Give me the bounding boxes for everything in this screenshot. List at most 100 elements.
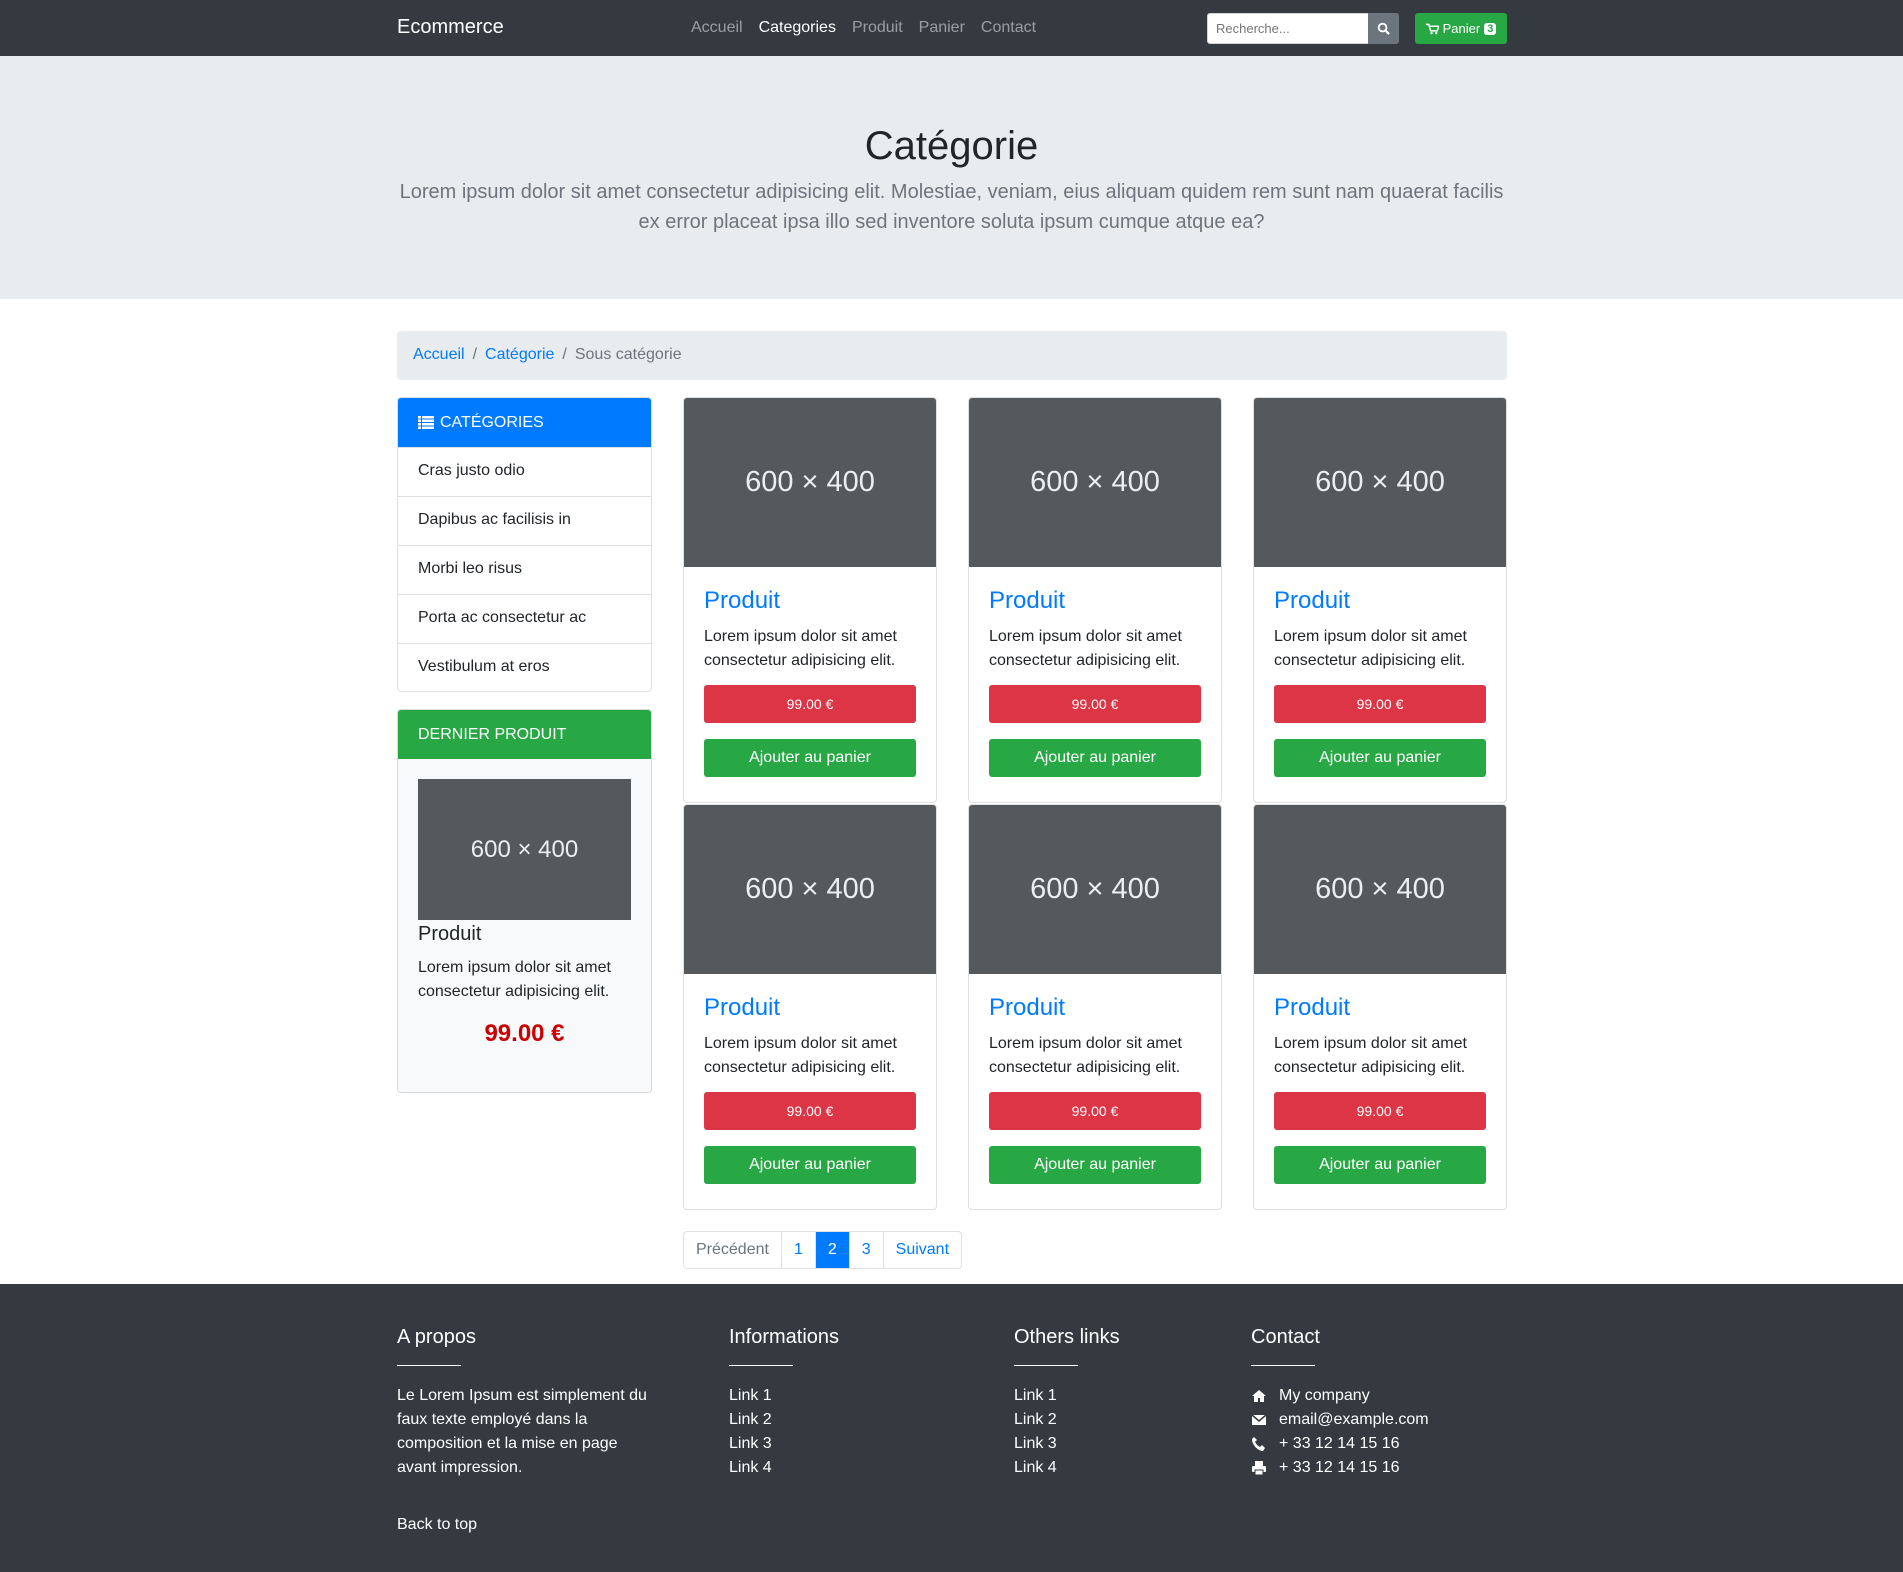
category-item[interactable]: Dapibus ac facilisis in [398,496,651,545]
add-to-cart-button[interactable]: Ajouter au panier [989,739,1201,777]
product-name[interactable]: Produit [989,994,1201,1022]
print-icon [1252,1461,1266,1476]
contact-email[interactable]: email@example.com [1279,1408,1429,1432]
product-desc: Lorem ipsum dolor sit amet consectetur a… [704,628,897,669]
categories-header: CATÉGORIES [398,398,651,447]
latest-product-name: Produit [418,923,482,945]
add-to-cart-button[interactable]: Ajouter au panier [989,1146,1201,1184]
latest-product-image: 600 × 400 [418,779,631,920]
divider [397,1365,461,1366]
add-to-cart-button[interactable]: Ajouter au panier [1274,739,1486,777]
pagination-page-1[interactable]: 1 [780,1232,815,1268]
category-item[interactable]: Cras justo odio [398,447,651,496]
product-card: 600 × 400 Produit Lorem ipsum dolor sit … [683,804,937,1210]
search-input[interactable] [1207,13,1369,44]
pagination-next[interactable]: Suivant [882,1232,961,1268]
footer-contact-title: Contact [1251,1326,1320,1348]
footer-others-title: Others links [1014,1326,1120,1348]
nav-links: Accueil Categories Produit Panier Contac… [691,19,1036,37]
product-card: 600 × 400 Produit Lorem ipsum dolor sit … [968,804,1222,1210]
contact-fax: + 33 12 14 15 16 [1279,1459,1400,1476]
phone-icon [1252,1437,1265,1451]
nav-link-accueil[interactable]: Accueil [691,19,743,37]
add-to-cart-button[interactable]: Ajouter au panier [704,1146,916,1184]
product-desc: Lorem ipsum dolor sit amet consectetur a… [989,1035,1182,1076]
product-image: 600 × 400 [684,398,936,567]
footer-about-text: Le Lorem Ipsum est simplement du faux te… [397,1387,647,1476]
categories-title: CATÉGORIES [440,413,544,431]
product-price: 99.00 € [989,1092,1201,1130]
footer-link[interactable]: Link 4 [1014,1456,1120,1480]
nav-link-contact[interactable]: Contact [981,19,1036,37]
pagination-page-3[interactable]: 3 [848,1232,883,1268]
latest-product-header: DERNIER PRODUIT [398,710,651,759]
breadcrumb-categorie[interactable]: Catégorie [485,346,554,363]
footer-link[interactable]: Link 1 [729,1384,839,1408]
footer-link[interactable]: Link 1 [1014,1384,1120,1408]
list-icon [418,416,434,429]
cart-label: Panier [1442,21,1481,36]
add-to-cart-button[interactable]: Ajouter au panier [704,739,916,777]
brand-logo[interactable]: Ecommerce [397,16,504,39]
footer-link[interactable]: Link 3 [729,1432,839,1456]
product-desc: Lorem ipsum dolor sit amet consectetur a… [989,628,1182,669]
category-item[interactable]: Morbi leo risus [398,545,651,594]
search-button[interactable] [1368,13,1399,44]
product-card: 600 × 400 Produit Lorem ipsum dolor sit … [683,397,937,803]
footer-contact: Contact My company email@example.com + 3… [1251,1326,1429,1480]
product-price: 99.00 € [704,685,916,723]
footer-link[interactable]: Link 4 [729,1456,839,1480]
product-name[interactable]: Produit [1274,587,1486,615]
breadcrumb-accueil[interactable]: Accueil [413,346,465,363]
product-image: 600 × 400 [1254,805,1506,974]
page-title: Catégorie [864,124,1039,168]
nav-link-panier[interactable]: Panier [919,19,965,37]
cart-button[interactable]: Panier 3 [1415,13,1507,44]
latest-product-card: DERNIER PRODUIT 600 × 400 Produit Lorem … [397,709,652,1093]
product-card: 600 × 400 Produit Lorem ipsum dolor sit … [1253,804,1507,1210]
category-item[interactable]: Vestibulum at eros [398,643,651,691]
footer-link[interactable]: Link 3 [1014,1432,1120,1456]
pagination: Précédent 1 2 3 Suivant [683,1231,963,1269]
product-image: 600 × 400 [969,398,1221,567]
footer: A propos Le Lorem Ipsum est simplement d… [0,1284,1903,1572]
product-price: 99.00 € [704,1092,916,1130]
breadcrumb: Accueil / Catégorie / Sous catégorie [397,331,1507,380]
category-item[interactable]: Porta ac consectetur ac [398,594,651,643]
product-price: 99.00 € [1274,1092,1486,1130]
product-card: 600 × 400 Produit Lorem ipsum dolor sit … [1253,397,1507,803]
divider [1251,1365,1315,1366]
hero-lead: Lorem ipsum dolor sit amet consectetur a… [399,181,1504,233]
footer-about: A propos Le Lorem Ipsum est simplement d… [397,1326,657,1537]
navbar: Ecommerce Accueil Categories Produit Pan… [0,0,1903,56]
pagination-page-2[interactable]: 2 [814,1232,849,1268]
cart-icon [1425,23,1439,34]
product-price: 99.00 € [1274,685,1486,723]
product-card: 600 × 400 Produit Lorem ipsum dolor sit … [968,397,1222,803]
latest-product-desc: Lorem ipsum dolor sit amet consectetur a… [418,959,611,1000]
product-name[interactable]: Produit [1274,994,1486,1022]
product-desc: Lorem ipsum dolor sit amet consectetur a… [1274,1035,1467,1076]
cart-count-badge: 3 [1484,22,1497,35]
categories-card: CATÉGORIES Cras justo odio Dapibus ac fa… [397,397,652,692]
product-name[interactable]: Produit [704,994,916,1022]
back-to-top-link[interactable]: Back to top [397,1513,657,1537]
latest-product-price: 99.00 € [484,1020,565,1047]
add-to-cart-button[interactable]: Ajouter au panier [1274,1146,1486,1184]
nav-link-categories[interactable]: Categories [759,19,836,37]
footer-link[interactable]: Link 2 [729,1408,839,1432]
footer-link[interactable]: Link 2 [1014,1408,1120,1432]
home-icon [1252,1390,1266,1402]
product-desc: Lorem ipsum dolor sit amet consectetur a… [704,1035,897,1076]
product-name[interactable]: Produit [989,587,1201,615]
product-price: 99.00 € [989,685,1201,723]
product-image: 600 × 400 [969,805,1221,974]
pagination-prev[interactable]: Précédent [684,1232,781,1268]
latest-product-title: DERNIER PRODUIT [418,725,567,743]
product-name[interactable]: Produit [704,587,916,615]
nav-link-produit[interactable]: Produit [852,19,903,37]
search-icon [1377,22,1390,35]
envelope-icon [1251,1414,1267,1425]
divider [1014,1365,1078,1366]
product-image: 600 × 400 [684,805,936,974]
